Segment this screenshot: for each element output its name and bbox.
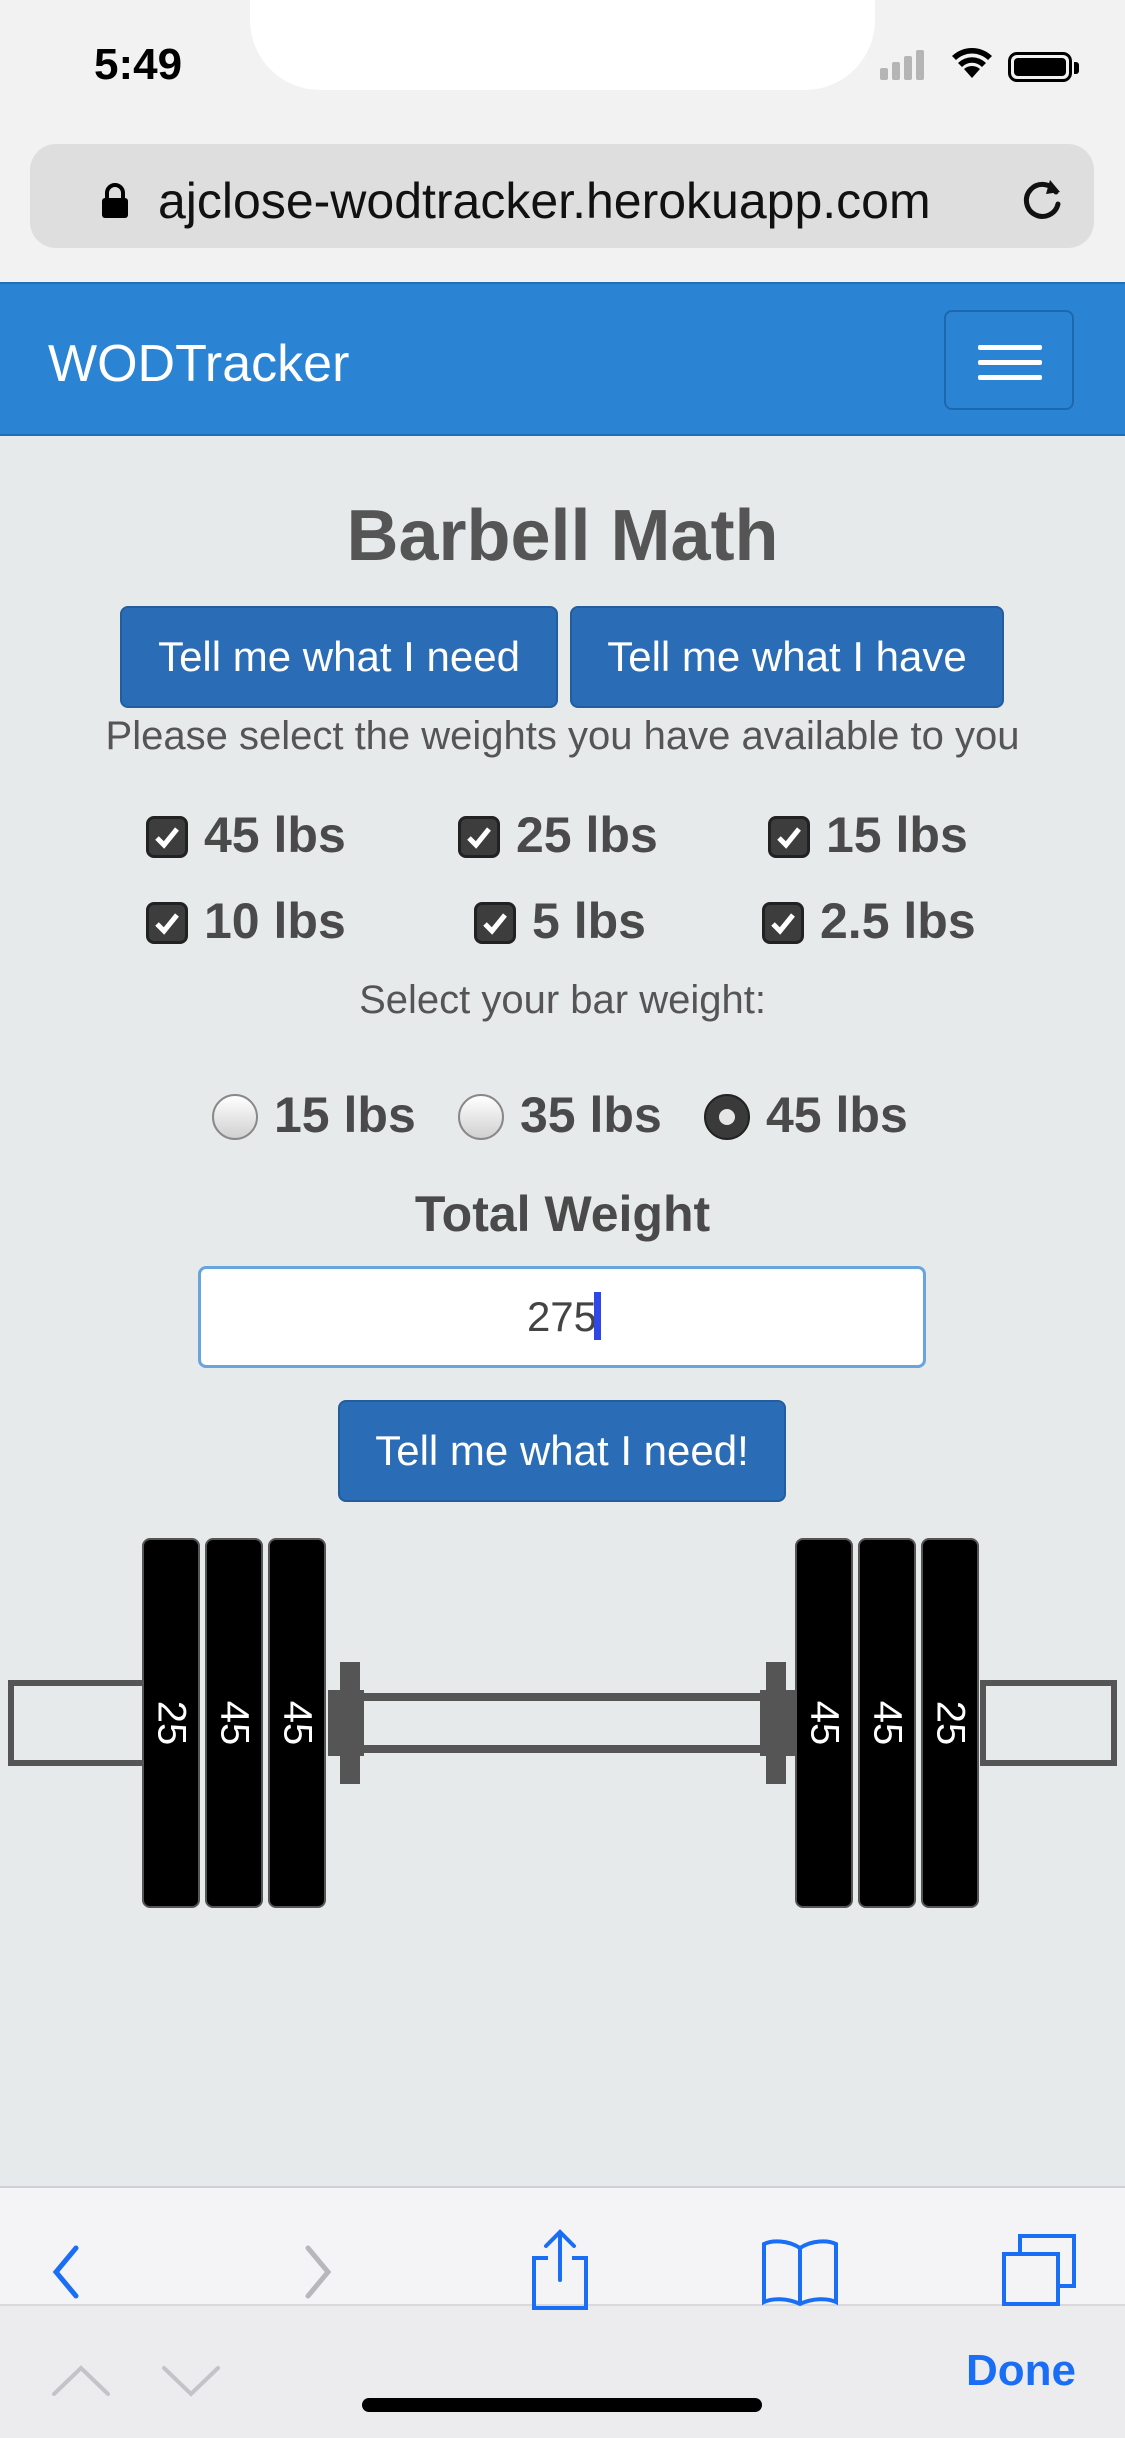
notch (250, 0, 875, 90)
signal-icon (880, 50, 928, 80)
tell-me-what-i-need-button[interactable]: Tell me what I need (120, 606, 558, 708)
bar-weight-option-45[interactable]: 45 lbs (704, 1086, 908, 1144)
left-plate-2: 45 (205, 1538, 263, 1908)
checkbox-icon[interactable] (146, 816, 188, 858)
forward-icon[interactable] (298, 2242, 338, 2302)
plate-option-label: 10 lbs (204, 893, 346, 949)
right-sleeve (980, 1680, 1117, 1766)
next-field-icon[interactable] (158, 2360, 224, 2400)
tabs-icon[interactable] (1000, 2232, 1080, 2308)
plate-option-label: 15 lbs (826, 807, 968, 863)
plate-option-25[interactable]: 25 lbs (458, 806, 658, 864)
status-time: 5:49 (94, 40, 183, 89)
navbar: WODTracker (0, 282, 1125, 436)
left-plate-3: 45 (268, 1538, 326, 1908)
browser-url-area: ajclose-wodtracker.herokuapp.com (0, 140, 1125, 282)
navbar-brand[interactable]: WODTracker (48, 334, 349, 394)
text-caret (594, 1292, 601, 1340)
checkbox-icon[interactable] (762, 902, 804, 944)
barbell-shaft (340, 1693, 770, 1753)
left-sleeve (8, 1680, 148, 1766)
total-weight-label: Total Weight (414, 1186, 711, 1242)
instructions-text: Please select the weights you have avail… (105, 714, 1020, 758)
plate-option-label: 5 lbs (532, 893, 646, 949)
battery-cap (1074, 62, 1079, 74)
checkbox-icon[interactable] (146, 902, 188, 944)
plate-option-label: 2.5 lbs (820, 893, 976, 949)
done-button[interactable]: Done (966, 2346, 1076, 2396)
bar-weight-option-label: 35 lbs (520, 1087, 662, 1143)
left-collar (340, 1662, 360, 1784)
reload-icon[interactable] (1020, 174, 1066, 224)
wifi-icon (952, 48, 992, 78)
plate-weight-label: 25 (928, 1700, 973, 1746)
bar-weight-label: Select your bar weight: (359, 978, 766, 1022)
plate-option-45[interactable]: 45 lbs (146, 806, 346, 864)
page-title: Barbell Math (346, 496, 779, 576)
share-icon[interactable] (528, 2228, 592, 2312)
plate-weight-label: 45 (212, 1700, 257, 1746)
barbell-diagram: 25 45 45 45 45 25 (0, 1530, 1125, 1930)
left-plate-1: 25 (142, 1538, 200, 1908)
lock-icon (102, 183, 128, 218)
plate-option-10[interactable]: 10 lbs (146, 892, 346, 950)
bar-weight-option-label: 45 lbs (766, 1087, 908, 1143)
right-collar (766, 1662, 786, 1784)
radio-icon[interactable] (458, 1094, 504, 1140)
plate-option-5[interactable]: 5 lbs (474, 892, 646, 950)
previous-field-icon[interactable] (48, 2360, 114, 2400)
right-plate-3: 25 (921, 1538, 979, 1908)
bookmarks-icon[interactable] (760, 2238, 840, 2308)
plate-weight-label: 25 (149, 1700, 194, 1746)
back-icon[interactable] (46, 2242, 86, 2302)
plate-weight-label: 45 (275, 1700, 320, 1746)
total-weight-input[interactable] (198, 1266, 926, 1368)
plate-option-label: 45 lbs (204, 807, 346, 863)
right-plate-2: 45 (858, 1538, 916, 1908)
radio-icon[interactable] (212, 1094, 258, 1140)
bar-weight-option-35[interactable]: 35 lbs (458, 1086, 662, 1144)
hamburger-menu-icon[interactable] (944, 310, 1074, 410)
radio-selected-icon[interactable] (704, 1094, 750, 1140)
checkbox-icon[interactable] (768, 816, 810, 858)
plate-weight-label: 45 (802, 1700, 847, 1746)
tell-me-what-i-have-button[interactable]: Tell me what I have (570, 606, 1004, 708)
home-indicator[interactable] (362, 2398, 762, 2412)
plate-option-15[interactable]: 15 lbs (768, 806, 968, 864)
url-text[interactable]: ajclose-wodtracker.herokuapp.com (158, 172, 931, 230)
checkbox-icon[interactable] (458, 816, 500, 858)
battery-icon (1008, 52, 1072, 82)
status-bar: 5:49 (0, 0, 1125, 140)
checkbox-icon[interactable] (474, 902, 516, 944)
plate-option-2-5[interactable]: 2.5 lbs (762, 892, 976, 950)
plate-option-label: 25 lbs (516, 807, 658, 863)
url-bar[interactable]: ajclose-wodtracker.herokuapp.com (30, 144, 1094, 248)
bar-weight-option-label: 15 lbs (274, 1087, 416, 1143)
right-plate-1: 45 (795, 1538, 853, 1908)
calculate-button[interactable]: Tell me what I need! (338, 1400, 786, 1502)
bar-weight-option-15[interactable]: 15 lbs (212, 1086, 416, 1144)
plate-weight-label: 45 (865, 1700, 910, 1746)
